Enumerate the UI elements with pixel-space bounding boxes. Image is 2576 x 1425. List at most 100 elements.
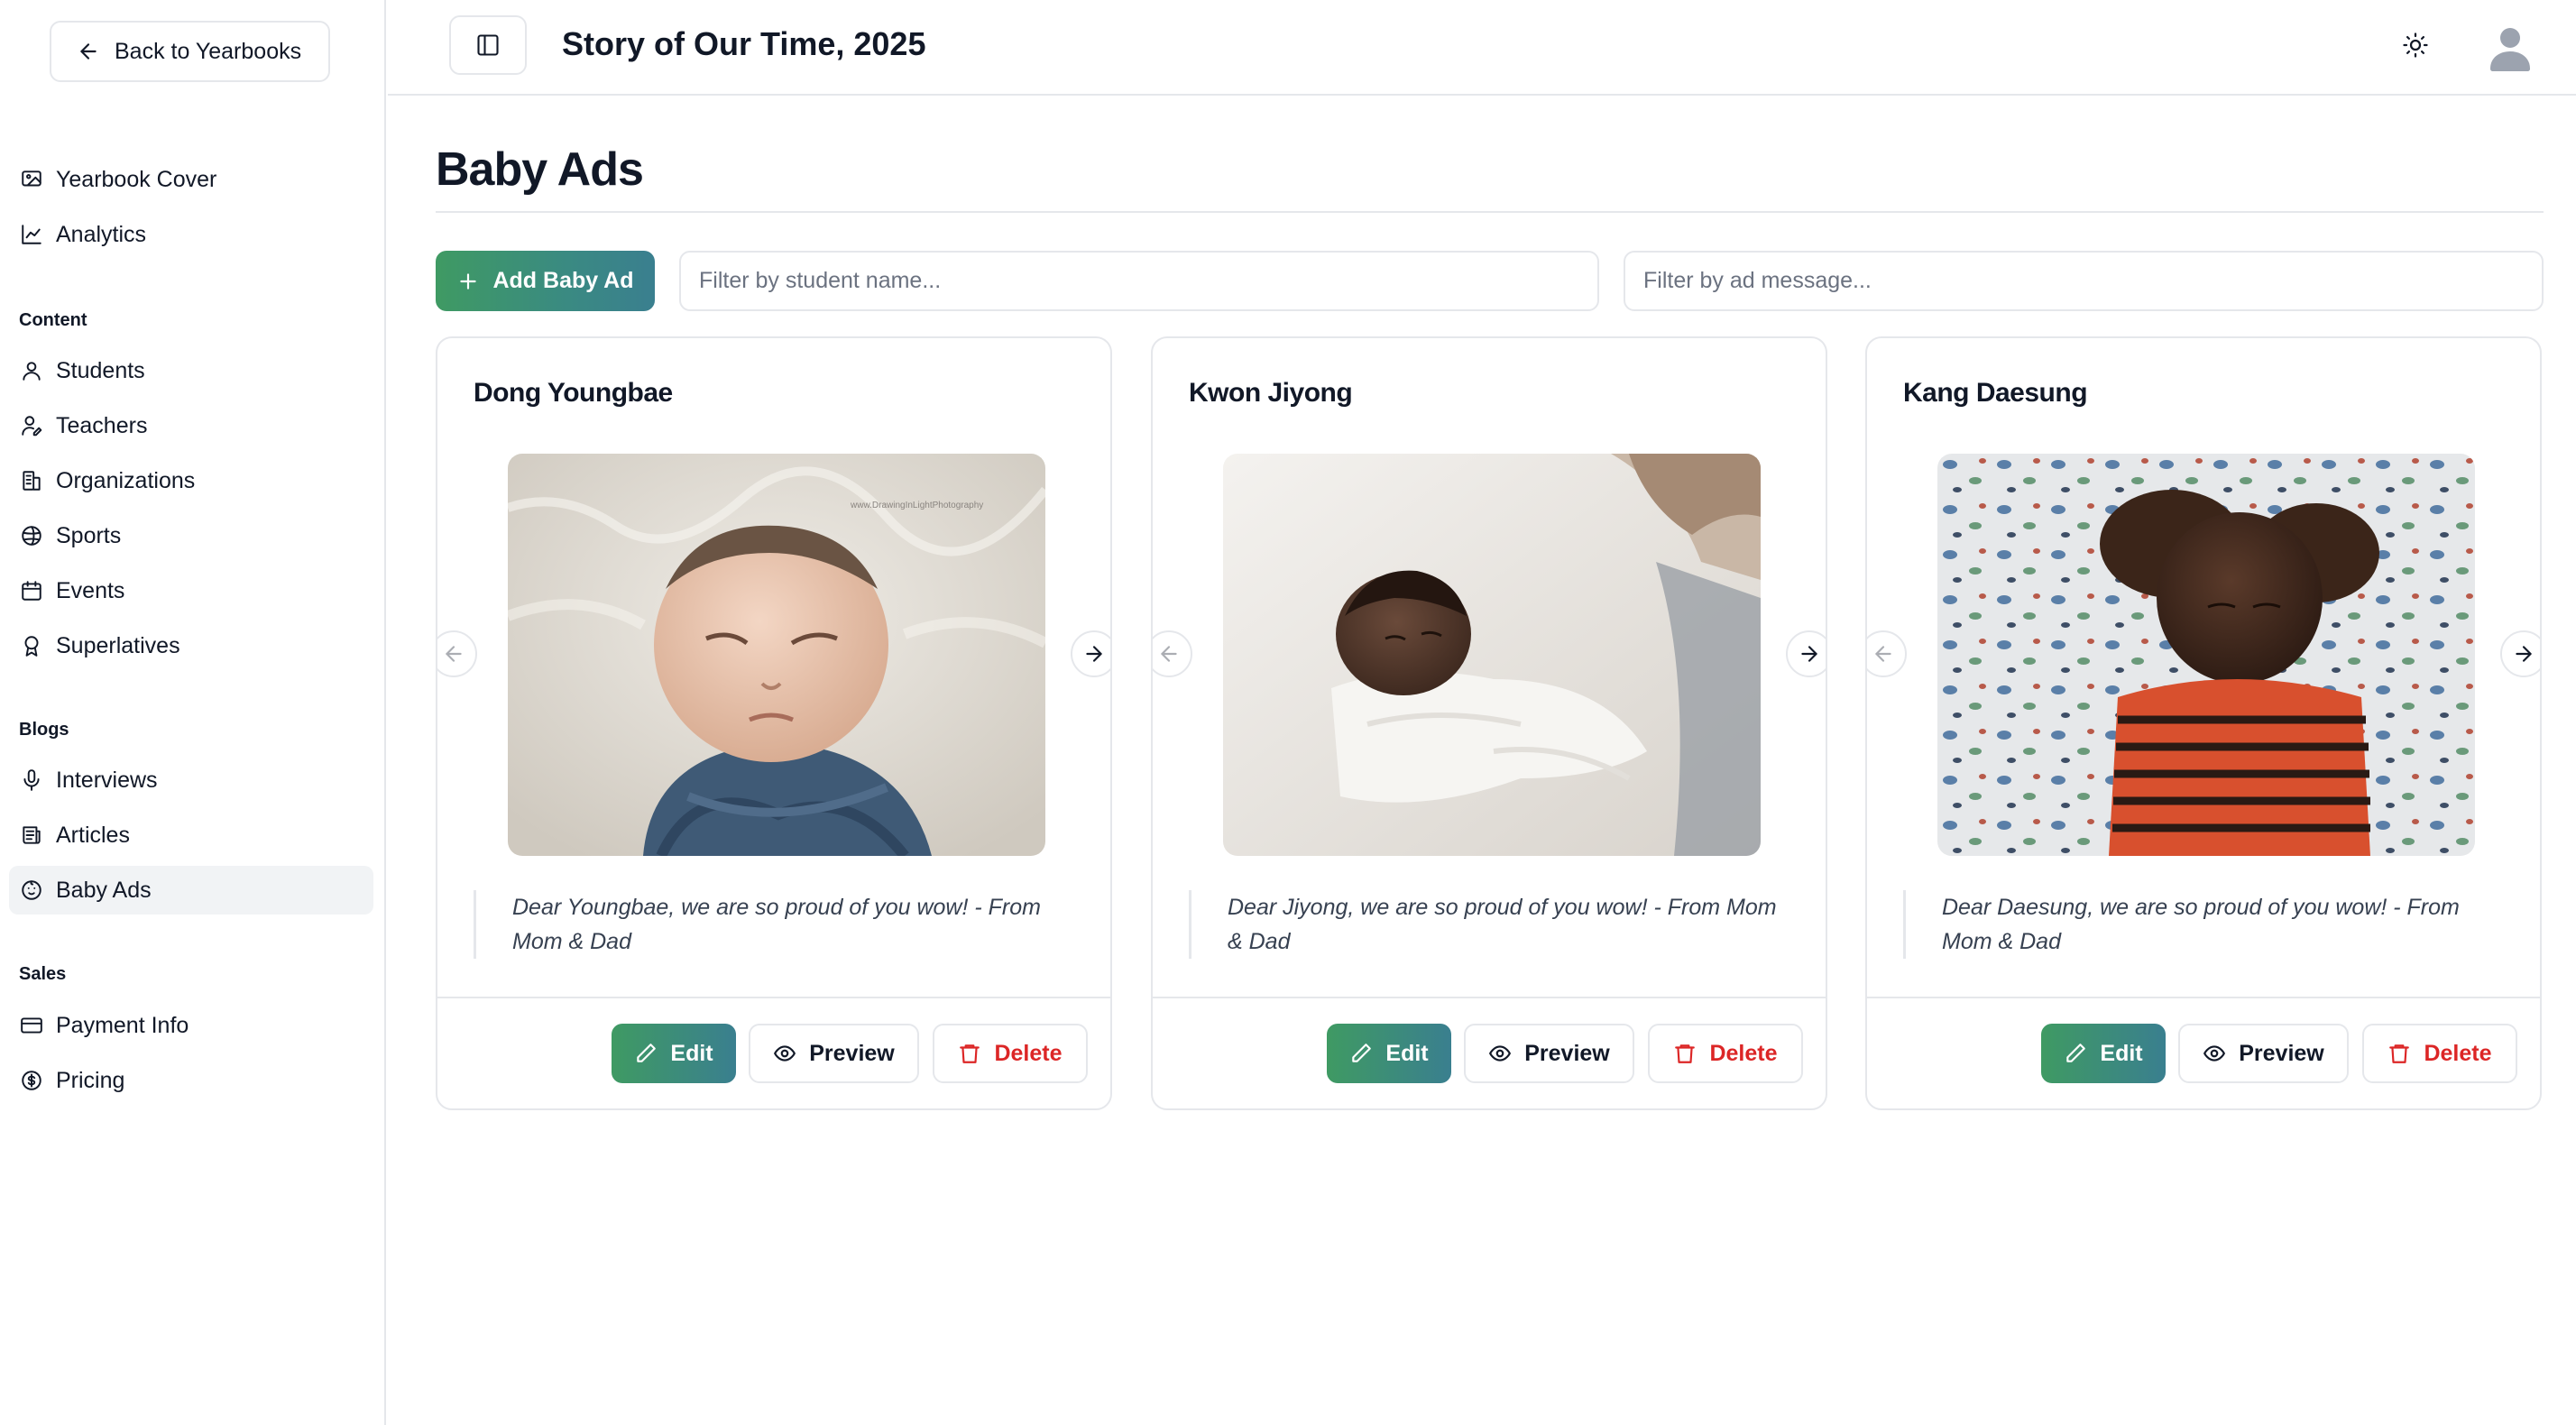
delete-button[interactable]: Delete (2362, 1024, 2517, 1083)
section-heading-blogs: Blogs (19, 720, 69, 740)
next-photo-button[interactable] (1786, 630, 1826, 677)
student-name: Kang Daesung (1903, 378, 2088, 408)
ball-icon (22, 526, 41, 546)
arrow-right-icon (1086, 646, 1102, 662)
top-bar: Story of Our Time, 2025 (388, 0, 2576, 96)
eye-icon (774, 1045, 796, 1062)
sidebar: Back to Yearbooks Yearbook Cover Analyti… (0, 0, 386, 1425)
image-icon (22, 170, 41, 187)
sidebar-toggle-button[interactable] (449, 15, 527, 75)
sidebar-item-pricing[interactable]: Pricing (9, 1056, 373, 1105)
delete-button[interactable]: Delete (1648, 1024, 1803, 1083)
arrow-right-icon (2516, 646, 2532, 662)
sidebar-item-teachers[interactable]: Teachers (9, 401, 373, 450)
baby-ad-card: Kang Daesung Dear Daesung, we are so pro… (1865, 336, 2542, 1110)
sidebar-item-analytics[interactable]: Analytics (9, 210, 373, 259)
sun-icon (2403, 32, 2428, 58)
next-photo-button[interactable] (2500, 630, 2540, 677)
ad-message: Dear Youngbae, we are so proud of you wo… (474, 890, 1069, 959)
sidebar-item-interviews[interactable]: Interviews (9, 756, 373, 804)
next-photo-button[interactable] (1071, 630, 1110, 677)
yearbook-title: Story of Our Time, 2025 (562, 25, 926, 62)
add-baby-ad-label: Add Baby Ad (492, 268, 634, 293)
filter-student-name-input[interactable] (679, 251, 1599, 311)
panel-left-icon (477, 34, 499, 56)
sidebar-item-label: Articles (56, 822, 130, 848)
section-heading-content: Content (19, 310, 87, 330)
page-title: Baby Ads (436, 143, 644, 196)
baby-photo: www.DrawingInLightPhotography (508, 454, 1045, 856)
award-icon (24, 636, 39, 657)
add-baby-ad-button[interactable]: Add Baby Ad (436, 251, 655, 311)
preview-button[interactable]: Preview (1464, 1024, 1634, 1083)
sidebar-item-label: Organizations (56, 467, 196, 493)
back-label: Back to Yearbooks (115, 38, 302, 64)
photo-watermark: www.DrawingInLightPhotography (850, 501, 983, 510)
sidebar-item-label: Teachers (56, 412, 148, 438)
sidebar-item-label: Baby Ads (56, 877, 152, 903)
arrow-right-icon (1801, 646, 1817, 662)
edit-label: Edit (670, 1040, 713, 1066)
edit-label: Edit (1385, 1040, 1429, 1066)
edit-button[interactable]: Edit (1327, 1024, 1451, 1083)
sidebar-item-label: Pricing (56, 1067, 125, 1093)
baby-photo (1937, 454, 2475, 856)
delete-button[interactable]: Delete (933, 1024, 1088, 1083)
delete-label: Delete (994, 1040, 1063, 1066)
theme-toggle-button[interactable] (2398, 28, 2433, 62)
avatar[interactable] (2485, 22, 2535, 72)
eye-icon (2203, 1045, 2226, 1062)
sidebar-item-label: Analytics (56, 221, 147, 247)
sidebar-item-label: Sports (56, 522, 122, 548)
arrow-left-icon (80, 43, 97, 60)
dollar-circle-icon (22, 1071, 41, 1090)
preview-label: Preview (1524, 1040, 1610, 1066)
previous-photo-button[interactable] (1153, 630, 1192, 677)
edit-label: Edit (2100, 1040, 2143, 1066)
arrow-left-icon (446, 646, 462, 662)
sidebar-item-label: Students (56, 357, 145, 383)
sidebar-item-students[interactable]: Students (9, 346, 373, 395)
eye-icon (1489, 1045, 1512, 1062)
edit-button[interactable]: Edit (612, 1024, 736, 1083)
preview-button[interactable]: Preview (749, 1024, 919, 1083)
user-icon (23, 362, 41, 381)
sidebar-item-events[interactable]: Events (9, 566, 373, 615)
sidebar-item-sports[interactable]: Sports (9, 511, 373, 560)
baby-photo (1223, 454, 1761, 856)
sidebar-item-baby-ads[interactable]: Baby Ads (9, 866, 373, 915)
previous-photo-button[interactable] (437, 630, 477, 677)
plus-icon (460, 272, 477, 290)
arrow-left-icon (1161, 646, 1177, 662)
delete-label: Delete (1709, 1040, 1778, 1066)
sidebar-item-label: Interviews (56, 767, 158, 793)
building-icon (23, 471, 41, 491)
newspaper-icon (23, 826, 41, 844)
filter-ad-message-input[interactable] (1624, 251, 2544, 311)
sidebar-item-payment-info[interactable]: Payment Info (9, 1001, 373, 1050)
preview-button[interactable]: Preview (2178, 1024, 2349, 1083)
sidebar-item-label: Yearbook Cover (56, 166, 217, 192)
card-divider (1867, 997, 2540, 998)
sidebar-item-yearbook-cover[interactable]: Yearbook Cover (9, 155, 373, 204)
sidebar-item-organizations[interactable]: Organizations (9, 456, 373, 505)
trash-icon (2389, 1044, 2410, 1063)
preview-label: Preview (809, 1040, 895, 1066)
ad-message: Dear Jiyong, we are so proud of you wow!… (1189, 890, 1784, 959)
back-to-yearbooks-button[interactable]: Back to Yearbooks (50, 21, 330, 82)
sidebar-item-label: Payment Info (56, 1012, 189, 1038)
ad-message: Dear Daesung, we are so proud of you wow… (1903, 890, 2498, 959)
section-heading-sales: Sales (19, 964, 67, 984)
sidebar-item-label: Events (56, 577, 125, 603)
sidebar-item-superlatives[interactable]: Superlatives (9, 621, 373, 670)
trash-icon (1675, 1044, 1696, 1063)
previous-photo-button[interactable] (1867, 630, 1907, 677)
delete-label: Delete (2424, 1040, 2492, 1066)
baby-icon (22, 880, 41, 900)
pencil-icon (637, 1043, 657, 1062)
credit-card-icon (21, 1017, 42, 1034)
sidebar-item-label: Superlatives (56, 632, 180, 658)
edit-button[interactable]: Edit (2041, 1024, 2166, 1083)
baby-ad-card: Dong Youngbae www.DrawingInLightPhotogra… (436, 336, 1112, 1110)
sidebar-item-articles[interactable]: Articles (9, 811, 373, 860)
